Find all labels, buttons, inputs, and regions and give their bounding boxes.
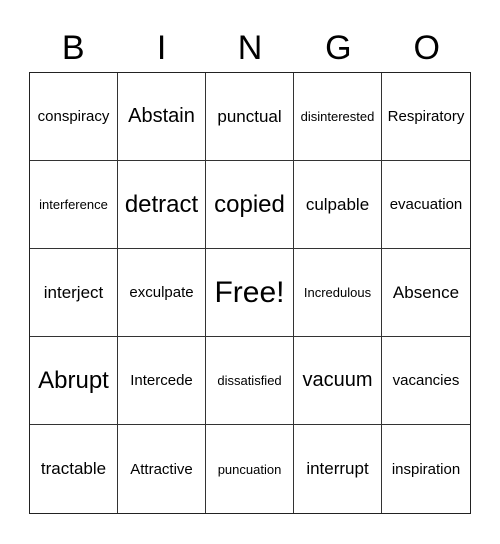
bingo-cell[interactable]: Attractive xyxy=(118,425,206,513)
bingo-cell[interactable]: Respiratory xyxy=(382,73,470,161)
bingo-cell-text: interference xyxy=(39,197,108,212)
bingo-cell-text: punctual xyxy=(217,106,282,126)
bingo-cell-text: Incredulous xyxy=(303,285,372,300)
header-letter-g: G xyxy=(325,29,352,67)
bingo-cell-text: interject xyxy=(43,282,104,302)
bingo-cell-text: Respiratory xyxy=(387,108,465,125)
bingo-cell[interactable]: exculpate xyxy=(118,249,206,337)
bingo-cell[interactable]: Abrupt xyxy=(30,337,118,425)
bingo-cell-text: vacuum xyxy=(302,369,373,391)
bingo-cell-text: evacuation xyxy=(389,196,463,213)
bingo-cell-text: Abrupt xyxy=(38,366,109,394)
bingo-cell[interactable]: Incredulous xyxy=(294,249,382,337)
bingo-cell[interactable]: interrupt xyxy=(294,425,382,513)
bingo-cell[interactable]: puncuation xyxy=(206,425,294,513)
bingo-cell[interactable]: punctual xyxy=(206,73,294,161)
bingo-cell-text: detract xyxy=(124,190,199,218)
bingo-cell-text: Abstain xyxy=(128,105,195,127)
bingo-grid: conspiracy Abstain punctual disinterested Re… xyxy=(29,72,471,514)
bingo-cell[interactable]: culpable xyxy=(294,161,382,249)
bingo-cell-text: exculpate xyxy=(129,284,194,301)
bingo-cell[interactable]: inspiration xyxy=(382,425,470,513)
bingo-header: B I N G O xyxy=(29,26,471,70)
bingo-cell-text: Attractive xyxy=(130,460,193,478)
header-letter-n: N xyxy=(237,29,263,67)
bingo-cell-text: conspiracy xyxy=(37,108,110,125)
bingo-cell[interactable]: interference xyxy=(30,161,118,249)
bingo-cell-text: interrupt xyxy=(306,459,369,478)
bingo-cell[interactable]: tractable xyxy=(30,425,118,513)
bingo-cell[interactable]: disinterested xyxy=(294,73,382,161)
bingo-cell[interactable]: vacancies xyxy=(382,337,470,425)
bingo-cell-text: disinterested xyxy=(300,109,375,124)
header-letter-i: I xyxy=(156,29,167,67)
bingo-cell-text: Absence xyxy=(392,282,460,302)
bingo-cell[interactable]: evacuation xyxy=(382,161,470,249)
bingo-cell[interactable]: interject xyxy=(30,249,118,337)
bingo-cell[interactable]: detract xyxy=(118,161,206,249)
bingo-cell-text: Free! xyxy=(214,275,285,309)
bingo-cell-text: puncuation xyxy=(217,461,282,477)
bingo-cell-text: culpable xyxy=(305,194,370,214)
bingo-cell-text: vacancies xyxy=(392,372,460,389)
bingo-cell-text: tractable xyxy=(40,459,107,478)
header-letter-o: O xyxy=(413,29,440,67)
bingo-cell[interactable]: conspiracy xyxy=(30,73,118,161)
bingo-cell-text: Intercede xyxy=(130,372,193,389)
bingo-cell[interactable]: Absence xyxy=(382,249,470,337)
bingo-cell[interactable]: Intercede xyxy=(118,337,206,425)
bingo-cell-text: inspiration xyxy=(391,460,461,478)
bingo-cell-text: dissatisfied xyxy=(217,373,282,388)
bingo-cell[interactable]: vacuum xyxy=(294,337,382,425)
free-space-cell[interactable]: Free! xyxy=(206,249,294,337)
bingo-cell[interactable]: Abstain xyxy=(118,73,206,161)
bingo-cell-text: copied xyxy=(214,190,285,218)
bingo-cell[interactable]: dissatisfied xyxy=(206,337,294,425)
header-letter-b: B xyxy=(61,29,85,67)
bingo-cell[interactable]: copied xyxy=(206,161,294,249)
